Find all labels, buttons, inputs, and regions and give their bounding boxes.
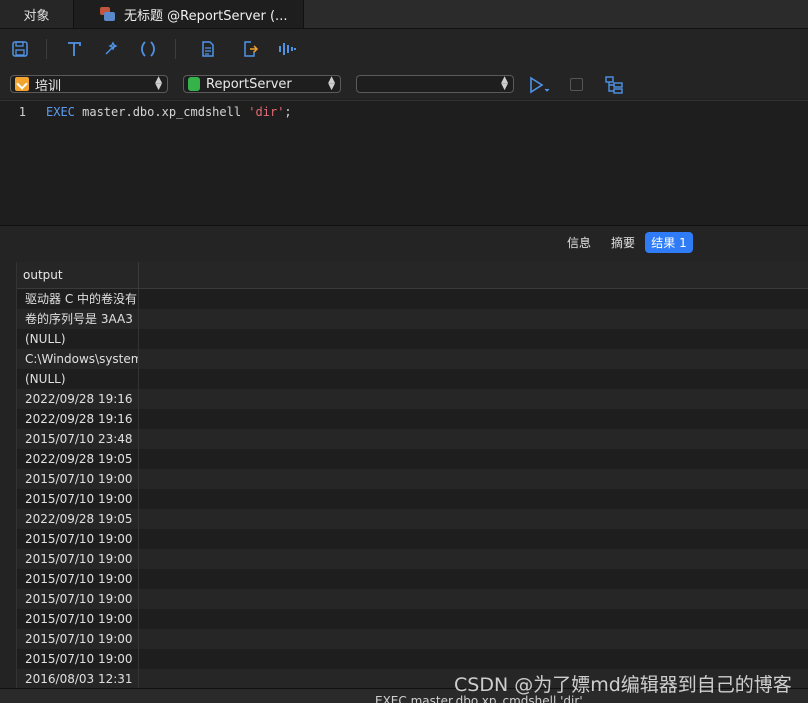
server-select[interactable]: ReportServer ▲ ▼ bbox=[183, 75, 341, 93]
table-row[interactable]: C:\Windows\system bbox=[17, 349, 808, 369]
table-row[interactable]: 2015/07/10 23:48 bbox=[17, 429, 808, 449]
output-cell[interactable]: C:\Windows\system bbox=[17, 349, 139, 369]
output-cell[interactable]: 2022/09/28 19:05 bbox=[17, 509, 139, 529]
table-row[interactable]: 2022/09/28 19:16 bbox=[17, 409, 808, 429]
play-icon bbox=[530, 76, 550, 94]
output-cell[interactable]: 2015/07/10 19:00 bbox=[17, 629, 139, 649]
chevron-updown-icon: ▲ ▼ bbox=[501, 75, 508, 92]
tab-result-1[interactable]: 结果 1 bbox=[645, 232, 693, 253]
tab-query-label: 无标题 @ReportServer (... bbox=[124, 8, 288, 24]
save-icon[interactable] bbox=[10, 39, 30, 59]
code-line[interactable]: EXEC master.dbo.xp_cmdshell 'dir'; bbox=[46, 105, 292, 119]
output-cell[interactable]: 2015/07/10 19:00 bbox=[17, 569, 139, 589]
output-cell[interactable]: 2022/09/28 19:16 bbox=[17, 389, 139, 409]
export-icon[interactable] bbox=[240, 39, 260, 59]
server-select-value: ReportServer bbox=[206, 76, 292, 92]
toolbar-divider bbox=[46, 39, 47, 59]
output-cell[interactable]: 驱动器 C 中的卷没有 bbox=[17, 289, 139, 309]
sql-keyword: EXEC bbox=[46, 105, 75, 119]
table-row[interactable]: 驱动器 C 中的卷没有 bbox=[17, 289, 808, 309]
output-cell[interactable]: (NULL) bbox=[17, 369, 139, 389]
table-row[interactable]: 2015/07/10 19:00 bbox=[17, 589, 808, 609]
table-row[interactable]: 2022/09/28 19:05 bbox=[17, 449, 808, 469]
chevron-updown-icon: ▲ ▼ bbox=[155, 75, 162, 92]
table-row[interactable]: 2015/07/10 19:00 bbox=[17, 609, 808, 629]
output-cell[interactable]: 2015/07/10 23:48 bbox=[17, 429, 139, 449]
sql-string: 'dir' bbox=[248, 105, 285, 119]
document-icon[interactable] bbox=[198, 39, 218, 59]
output-cell[interactable]: 2022/09/28 19:05 bbox=[17, 449, 139, 469]
selector-row: 培训 ▲ ▼ ReportServer ▲ ▼ ▲ ▼ bbox=[0, 69, 808, 99]
table-row[interactable]: 2022/09/28 19:05 bbox=[17, 509, 808, 529]
table-row[interactable]: (NULL) bbox=[17, 369, 808, 389]
database-icon bbox=[15, 77, 29, 91]
line-gutter: 1 bbox=[0, 101, 34, 225]
table-row[interactable]: 2015/07/10 19:00 bbox=[17, 569, 808, 589]
sql-code: master.dbo.xp_cmdshell bbox=[74, 105, 249, 119]
line-number: 1 bbox=[18, 105, 26, 119]
code-snippet-icon[interactable] bbox=[138, 39, 158, 59]
explain-button[interactable] bbox=[604, 75, 624, 95]
output-cell[interactable]: 2015/07/10 19:00 bbox=[17, 529, 139, 549]
table-row[interactable]: 2015/07/10 19:00 bbox=[17, 549, 808, 569]
tab-bar: 对象 无标题 @ReportServer (... bbox=[0, 0, 808, 29]
sql-editor[interactable]: 1 EXEC master.dbo.xp_cmdshell 'dir'; bbox=[0, 100, 808, 225]
watermark: CSDN @为了嫖md编辑器到自己的博客 bbox=[454, 674, 792, 696]
server-icon bbox=[188, 77, 200, 91]
stop-button[interactable] bbox=[570, 78, 583, 91]
output-cell[interactable]: 卷的序列号是 3AA3 bbox=[17, 309, 139, 329]
output-cell[interactable]: 2015/07/10 19:00 bbox=[17, 609, 139, 629]
schema-select[interactable]: ▲ ▼ bbox=[356, 75, 514, 93]
output-cell[interactable]: 2022/09/28 19:16 bbox=[17, 409, 139, 429]
table-row[interactable]: 2015/07/10 19:00 bbox=[17, 629, 808, 649]
format-icon[interactable] bbox=[64, 39, 84, 59]
output-cell[interactable]: 2015/07/10 19:00 bbox=[17, 589, 139, 609]
output-cell[interactable]: 2015/07/10 19:00 bbox=[17, 469, 139, 489]
sql-terminator: ; bbox=[284, 105, 292, 119]
output-cell[interactable]: 2015/07/10 19:00 bbox=[17, 649, 139, 669]
table-row[interactable]: 2015/07/10 19:00 bbox=[17, 649, 808, 669]
table-row[interactable]: 2015/07/10 19:00 bbox=[17, 489, 808, 509]
database-select-value: 培训 bbox=[35, 78, 62, 94]
table-row[interactable]: 2022/09/28 19:16 bbox=[17, 389, 808, 409]
toolbar bbox=[0, 29, 808, 69]
result-tabs: 信息 摘要 结果 1 bbox=[0, 225, 808, 263]
output-cell[interactable]: (NULL) bbox=[17, 329, 139, 349]
output-cell[interactable]: 2015/07/10 19:00 bbox=[17, 489, 139, 509]
row-marker-column bbox=[0, 262, 17, 688]
table-row[interactable]: 2015/07/10 19:00 bbox=[17, 529, 808, 549]
explain-icon bbox=[605, 76, 623, 94]
tab-summary[interactable]: 摘要 bbox=[606, 232, 640, 253]
beautify-icon[interactable] bbox=[101, 39, 121, 59]
table-row[interactable]: 卷的序列号是 3AA3 bbox=[17, 309, 808, 329]
output-cell[interactable]: 2015/07/10 19:00 bbox=[17, 549, 139, 569]
query-icon bbox=[98, 6, 116, 22]
table-row[interactable]: (NULL) bbox=[17, 329, 808, 349]
column-header-output[interactable]: output bbox=[17, 262, 139, 288]
results-grid: output 驱动器 C 中的卷没有 卷的序列号是 3AA3 (NULL) C:\… bbox=[0, 262, 808, 688]
chart-icon[interactable] bbox=[277, 39, 297, 59]
run-button[interactable] bbox=[528, 75, 552, 95]
grid-rows: 驱动器 C 中的卷没有 卷的序列号是 3AA3 (NULL) C:\Windows… bbox=[17, 289, 808, 688]
database-select[interactable]: 培训 ▲ ▼ bbox=[10, 75, 168, 94]
chevron-updown-icon: ▲ ▼ bbox=[328, 75, 335, 92]
tab-info[interactable]: 信息 bbox=[562, 232, 596, 253]
toolbar-divider bbox=[175, 39, 176, 59]
table-row[interactable]: 2015/07/10 19:00 bbox=[17, 469, 808, 489]
tab-query[interactable]: 无标题 @ReportServer (... bbox=[74, 0, 304, 28]
tab-objects[interactable]: 对象 bbox=[0, 0, 74, 28]
output-cell[interactable]: 2016/08/03 12:31 bbox=[17, 669, 139, 688]
